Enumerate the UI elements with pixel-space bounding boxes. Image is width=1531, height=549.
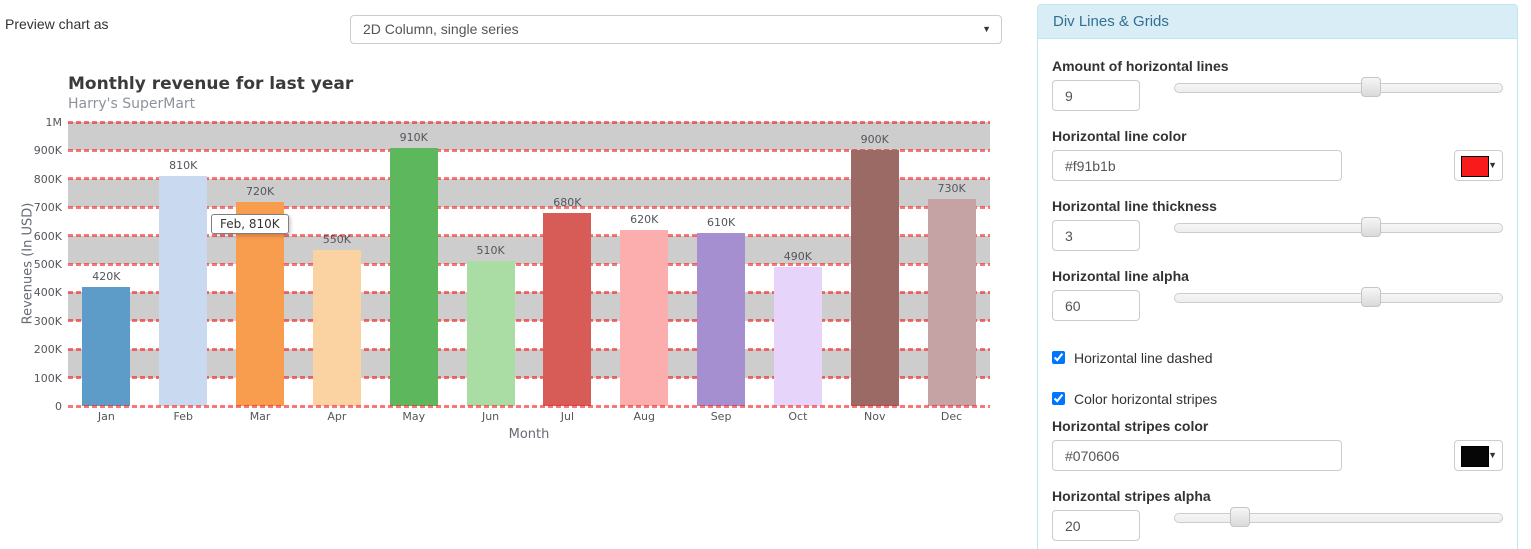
line-alpha-slider[interactable] [1174,293,1503,303]
bar-value-label: 620K [606,213,683,226]
bar-apr[interactable] [313,250,361,406]
line-thickness-slider[interactable] [1174,223,1503,233]
line-color-input[interactable] [1052,150,1342,181]
chart-preview: Monthly revenue for last year Harry's Su… [0,0,1030,549]
x-axis-tick-label: Jun [452,410,529,423]
amount-lines-slider-handle[interactable] [1361,77,1381,97]
bar-sep[interactable] [697,233,745,406]
stripes-alpha-input[interactable] [1052,510,1140,541]
amount-lines-label: Amount of horizontal lines [1052,58,1229,74]
line-color-swatch [1461,156,1489,177]
bar-jan[interactable] [82,287,130,406]
line-thickness-slider-handle[interactable] [1361,217,1381,237]
bar-may[interactable] [390,148,438,406]
chevron-down-icon: ▼ [1488,450,1497,460]
stripes-color-input[interactable] [1052,440,1342,471]
line-color-picker-button[interactable]: ▼ [1454,150,1503,181]
stripes-alpha-slider[interactable] [1174,513,1503,523]
x-axis-tick-label: May [375,410,452,423]
y-axis-tick-label: 600K [0,230,62,243]
bar-value-label: 420K [68,270,145,283]
bar-aug[interactable] [620,230,668,406]
bar-value-label: 720K [222,185,299,198]
color-stripes-label: Color horizontal stripes [1074,391,1217,407]
x-axis-tick-label: Aug [606,410,683,423]
chart-subtitle: Harry's SuperMart [68,96,195,112]
line-alpha-label: Horizontal line alpha [1052,268,1189,284]
stripes-color-picker-button[interactable]: ▼ [1454,440,1503,471]
stripes-alpha-slider-handle[interactable] [1230,507,1250,527]
line-alpha-slider-handle[interactable] [1361,287,1381,307]
bar-value-label: 680K [529,196,606,209]
color-stripes-checkbox[interactable] [1052,392,1065,405]
x-axis-tick-label: Nov [836,410,913,423]
bar-oct[interactable] [774,267,822,406]
y-axis-tick-label: 400K [0,286,62,299]
bar-feb[interactable] [159,176,207,406]
bar-value-label: 900K [836,133,913,146]
bar-jul[interactable] [543,213,591,406]
chart-title: Monthly revenue for last year [68,74,353,94]
line-thickness-input[interactable] [1052,220,1140,251]
y-axis-tick-label: 200K [0,343,62,356]
line-color-label: Horizontal line color [1052,128,1187,144]
x-axis-tick-label: Apr [299,410,376,423]
y-axis-tick-label: 100K [0,372,62,385]
x-axis-tick-label: Feb [145,410,222,423]
line-thickness-label: Horizontal line thickness [1052,198,1217,214]
chevron-down-icon: ▼ [1488,160,1497,170]
line-alpha-input[interactable] [1052,290,1140,321]
bar-value-label: 810K [145,159,222,172]
panel-header: Div Lines & Grids [1038,5,1517,39]
stripes-alpha-label: Horizontal stripes alpha [1052,488,1211,504]
x-axis-tick-label: Dec [913,410,990,423]
line-dashed-label: Horizontal line dashed [1074,350,1213,366]
bar-value-label: 610K [683,216,760,229]
bar-value-label: 910K [375,131,452,144]
bar-nov[interactable] [851,150,899,406]
horizontal-div-line [68,121,990,124]
x-axis-tick-label: Jul [529,410,606,423]
div-lines-grids-panel: Div Lines & Grids Amount of horizontal l… [1037,4,1518,549]
y-axis-tick-label: 900K [0,144,62,157]
y-axis-tick-label: 700K [0,201,62,214]
bar-value-label: 510K [452,244,529,257]
panel-title: Div Lines & Grids [1053,13,1169,30]
stripes-color-label: Horizontal stripes color [1052,418,1208,434]
amount-lines-input[interactable] [1052,80,1140,111]
x-axis-title: Month [449,427,609,442]
x-axis-tick-label: Jan [68,410,145,423]
chart-tooltip: Feb, 810K [211,214,289,234]
x-axis-tick-label: Oct [760,410,837,423]
y-axis-tick-label: 0 [0,400,62,413]
bar-value-label: 730K [913,182,990,195]
bar-value-label: 550K [299,233,376,246]
bar-value-label: 490K [760,250,837,263]
amount-lines-slider[interactable] [1174,83,1503,93]
stripes-color-swatch [1461,446,1489,467]
x-axis-tick-label: Mar [222,410,299,423]
bar-dec[interactable] [928,199,976,406]
y-axis-tick-label: 300K [0,315,62,328]
horizontal-div-line [68,405,990,408]
y-axis-tick-label: 500K [0,258,62,271]
line-dashed-checkbox[interactable] [1052,351,1065,364]
y-axis-tick-label: 800K [0,173,62,186]
y-axis-tick-label: 1M [0,116,62,129]
bar-jun[interactable] [467,261,515,406]
x-axis-tick-label: Sep [683,410,760,423]
